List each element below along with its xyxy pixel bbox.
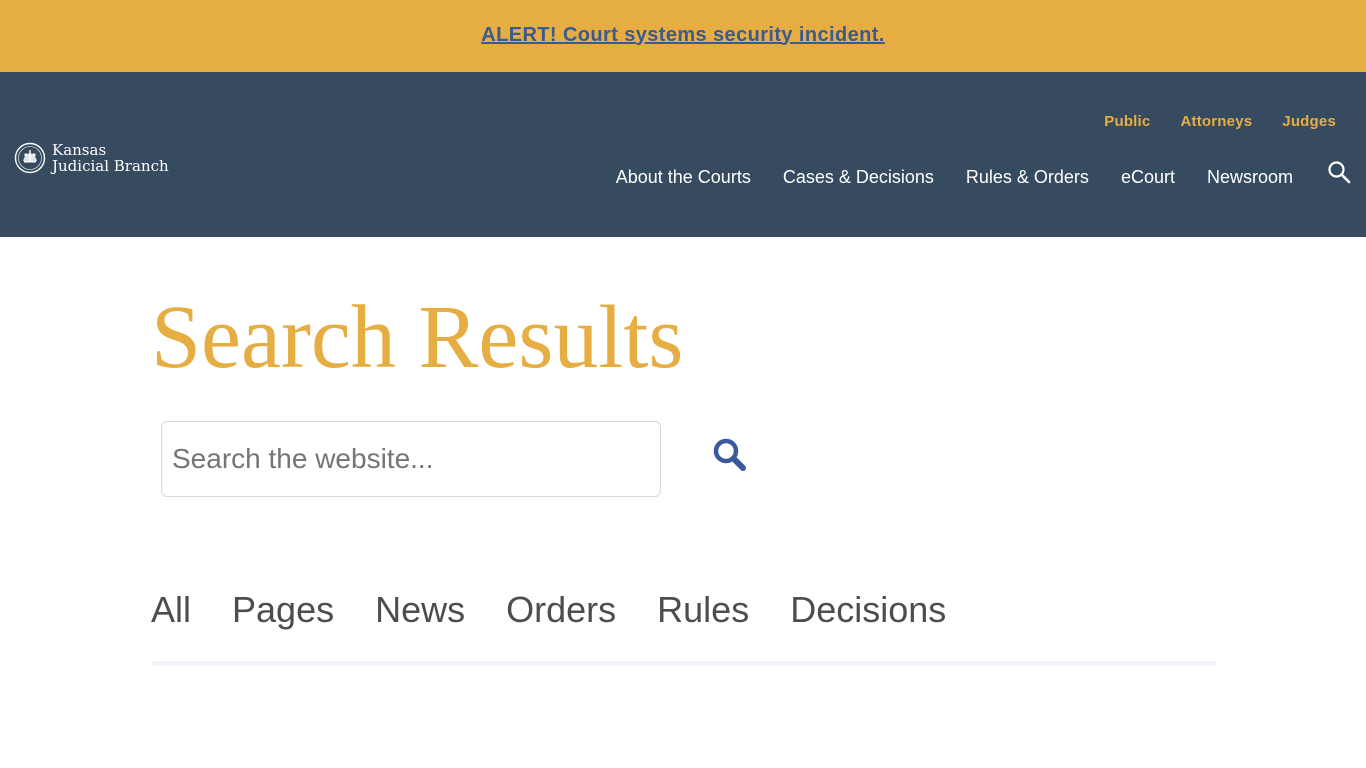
logo-line-1: Kansas bbox=[52, 141, 107, 159]
logo-line-2: Judicial Branch bbox=[52, 157, 169, 175]
alert-bar: ALERT! Court systems security incident. bbox=[0, 0, 1366, 72]
tab-orders[interactable]: Orders bbox=[506, 588, 616, 632]
nav-rules-orders[interactable]: Rules & Orders bbox=[966, 167, 1089, 188]
search-icon bbox=[713, 438, 746, 471]
tab-rules[interactable]: Rules bbox=[657, 588, 749, 632]
tab-pages[interactable]: Pages bbox=[232, 588, 334, 632]
nav-newsroom[interactable]: Newsroom bbox=[1207, 167, 1293, 188]
search-input[interactable] bbox=[161, 421, 661, 497]
audience-link-attorneys[interactable]: Attorneys bbox=[1180, 113, 1252, 130]
filter-tabs: All Pages News Orders Rules Decisions bbox=[151, 588, 987, 632]
audience-nav: Public Attorneys Judges bbox=[1074, 113, 1336, 130]
tab-news[interactable]: News bbox=[375, 588, 465, 632]
tabs-divider bbox=[151, 661, 1216, 666]
site-header: Kansas Judicial Branch Public Attorneys … bbox=[0, 72, 1366, 237]
logo-text: Kansas Judicial Branch bbox=[52, 142, 169, 174]
nav-cases-decisions[interactable]: Cases & Decisions bbox=[783, 167, 934, 188]
search-icon[interactable] bbox=[1327, 160, 1351, 184]
nav-ecourt[interactable]: eCourt bbox=[1121, 167, 1175, 188]
audience-link-judges[interactable]: Judges bbox=[1282, 113, 1336, 130]
search-button[interactable] bbox=[710, 435, 750, 475]
nav-about-the-courts[interactable]: About the Courts bbox=[616, 167, 751, 188]
alert-link[interactable]: ALERT! Court systems security incident. bbox=[481, 24, 884, 47]
tab-decisions[interactable]: Decisions bbox=[790, 588, 946, 632]
tab-all[interactable]: All bbox=[151, 588, 191, 632]
page-title: Search Results bbox=[151, 288, 684, 387]
audience-link-public[interactable]: Public bbox=[1104, 113, 1150, 130]
seal-icon bbox=[14, 142, 46, 174]
site-logo[interactable]: Kansas Judicial Branch bbox=[14, 142, 169, 174]
main-nav: About the Courts Cases & Decisions Rules… bbox=[584, 167, 1293, 188]
